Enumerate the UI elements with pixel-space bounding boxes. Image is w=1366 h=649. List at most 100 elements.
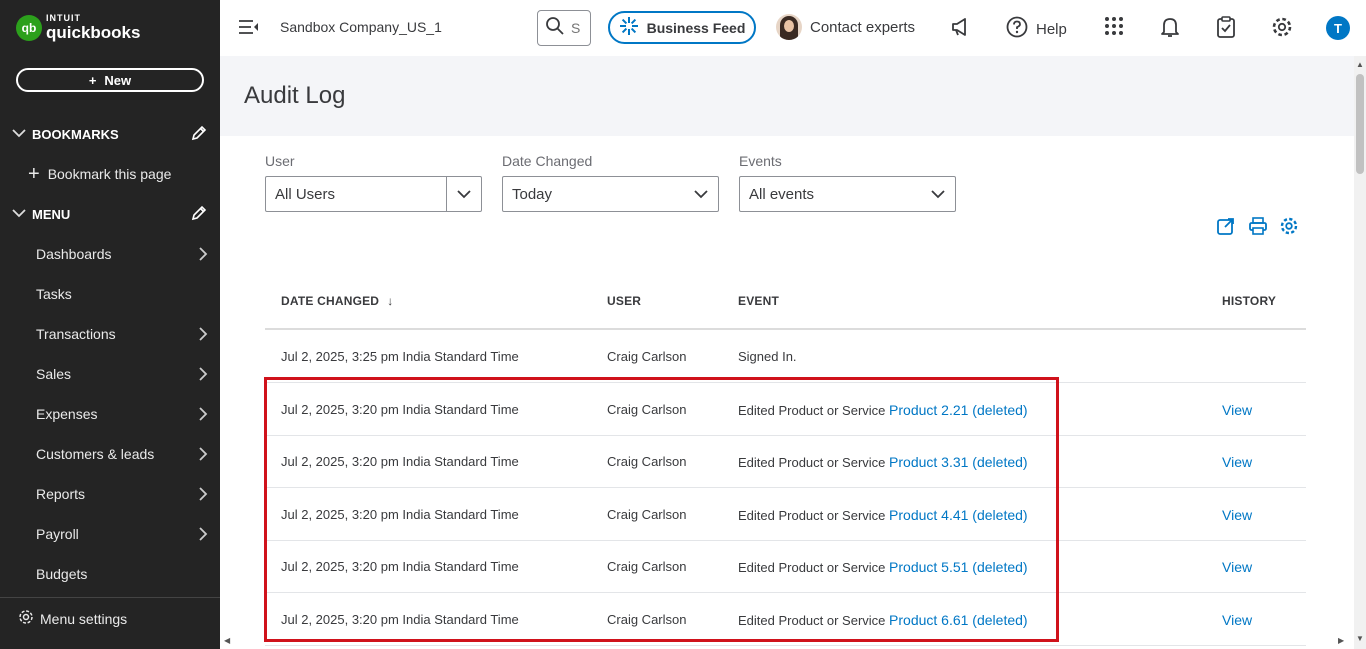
table-row: Jul 2, 2025, 3:20 pm India Standard Time… — [265, 435, 1306, 488]
row-event-link[interactable]: Product 4.41 (deleted) — [889, 507, 1028, 523]
column-header-user[interactable]: USER — [607, 294, 641, 308]
date-changed-filter-select[interactable]: Today — [502, 176, 719, 212]
date-changed-filter-label: Date Changed — [502, 153, 593, 169]
bookmark-this-page[interactable]: + Bookmark this page — [28, 164, 171, 184]
sidebar-item-label: Expenses — [36, 406, 98, 422]
page-header: Audit Log — [220, 56, 1354, 136]
sidebar-item-dashboards[interactable]: Dashboards — [0, 234, 220, 274]
chevron-down-icon — [457, 187, 471, 205]
sidebar-item-customers-leads[interactable]: Customers & leads — [0, 434, 220, 474]
scroll-down-arrow-icon[interactable]: ▼ — [1356, 634, 1364, 643]
chevron-down-icon — [12, 208, 32, 221]
sidebar-item-transactions[interactable]: Transactions — [0, 314, 220, 354]
print-icon[interactable] — [1248, 216, 1268, 241]
row-event-text: Edited Product or Service — [738, 560, 890, 575]
vertical-scrollbar[interactable]: ▲ ▼ — [1354, 56, 1366, 649]
row-event: Signed In. — [738, 349, 797, 364]
sidebar-item-payroll[interactable]: Payroll — [0, 514, 220, 554]
row-user: Craig Carlson — [607, 507, 687, 522]
contact-experts-button[interactable]: Contact experts — [776, 14, 915, 40]
menu-settings-label: Menu settings — [40, 610, 128, 627]
table-row: Jul 2, 2025, 3:25 pm India Standard Time… — [265, 330, 1306, 383]
column-header-event[interactable]: EVENT — [738, 294, 779, 308]
chevron-right-icon — [198, 366, 208, 385]
clipboard-check-icon[interactable] — [1216, 16, 1236, 43]
qb-logo-icon: qb — [16, 14, 42, 41]
sidebar-item-reports[interactable]: Reports — [0, 474, 220, 514]
view-history-link[interactable]: View — [1222, 402, 1252, 418]
row-user: Craig Carlson — [607, 402, 687, 417]
sidebar-item-expenses[interactable]: Expenses — [0, 394, 220, 434]
row-event: Edited Product or Service Product 3.31 (… — [738, 454, 1028, 470]
row-event: Edited Product or Service Product 4.41 (… — [738, 507, 1028, 523]
logo-product-text: quickbooks — [46, 23, 141, 42]
sidebar-item-budgets[interactable]: Budgets — [0, 554, 220, 594]
scroll-up-arrow-icon[interactable]: ▲ — [1356, 60, 1364, 69]
table-row: Jul 2, 2025, 3:20 pm India Standard Time… — [265, 488, 1306, 541]
user-filter-value: All Users — [275, 185, 336, 203]
bookmarks-heading[interactable]: BOOKMARKS — [12, 124, 212, 144]
row-event: Edited Product or Service Product 6.61 (… — [738, 612, 1028, 628]
events-filter-select[interactable]: All events — [739, 176, 956, 212]
sparkle-icon — [619, 16, 639, 39]
logo-intuit-text: INTUIT — [46, 13, 81, 23]
chevron-right-icon — [198, 486, 208, 505]
row-event-link[interactable]: Product 5.51 (deleted) — [889, 559, 1028, 575]
quickbooks-logo[interactable]: qb INTUIT quickbooks — [16, 14, 140, 41]
apps-grid-icon[interactable] — [1104, 16, 1124, 41]
row-event-text: Edited Product or Service — [738, 403, 890, 418]
scrollbar-thumb[interactable] — [1356, 74, 1364, 174]
sidebar-item-tasks[interactable]: Tasks — [0, 274, 220, 314]
sidebar-divider — [0, 597, 220, 598]
menu-heading[interactable]: MENU — [12, 204, 212, 224]
row-event-text: Edited Product or Service — [738, 455, 890, 470]
export-icon[interactable] — [1216, 216, 1236, 241]
megaphone-icon[interactable] — [950, 16, 972, 43]
row-event: Edited Product or Service Product 5.51 (… — [738, 559, 1028, 575]
top-bar: Sandbox Company_US_1 Business Feed Conta… — [220, 0, 1366, 56]
sidebar-item-label: Dashboards — [36, 246, 112, 262]
sidebar-item-sales[interactable]: Sales — [0, 354, 220, 394]
new-button[interactable]: + New — [16, 68, 204, 92]
new-button-label: New — [104, 72, 132, 88]
settings-gear-icon[interactable] — [1271, 16, 1293, 43]
row-event-text: Signed In. — [738, 349, 797, 364]
column-header-date-changed[interactable]: DATE CHANGED ↓ — [281, 294, 393, 308]
row-date: Jul 2, 2025, 3:20 pm India Standard Time — [281, 402, 519, 417]
user-avatar[interactable]: T — [1326, 16, 1350, 40]
gear-icon — [18, 609, 34, 628]
sidebar-item-label: Payroll — [36, 526, 79, 542]
business-feed-button[interactable]: Business Feed — [608, 11, 756, 44]
sidebar-item-label: Reports — [36, 486, 86, 502]
user-filter-select[interactable]: All Users — [265, 176, 482, 212]
row-user: Craig Carlson — [607, 454, 687, 469]
chevron-down-icon — [694, 187, 708, 205]
scroll-right-arrow-icon[interactable]: ▶ — [1338, 636, 1344, 645]
table-settings-gear-icon[interactable] — [1279, 216, 1299, 241]
row-event-link[interactable]: Product 2.21 (deleted) — [889, 402, 1028, 418]
sidebar-item-label: Budgets — [36, 566, 88, 582]
chevron-right-icon — [198, 406, 208, 425]
column-header-date-label: DATE CHANGED — [281, 294, 380, 308]
menu-settings-button[interactable]: Menu settings — [18, 609, 127, 628]
search-input[interactable] — [571, 20, 585, 36]
row-date: Jul 2, 2025, 3:25 pm India Standard Time — [281, 349, 519, 364]
row-event-link[interactable]: Product 6.61 (deleted) — [889, 612, 1028, 628]
view-history-link[interactable]: View — [1222, 612, 1252, 628]
row-event-link[interactable]: Product 3.31 (deleted) — [889, 454, 1028, 470]
view-history-link[interactable]: View — [1222, 559, 1252, 575]
chevron-right-icon — [198, 526, 208, 545]
collapse-menu-icon[interactable] — [238, 18, 260, 41]
scroll-left-arrow-icon[interactable]: ◀ — [224, 636, 230, 645]
chevron-right-icon — [198, 246, 208, 265]
row-user: Craig Carlson — [607, 349, 687, 364]
search-box[interactable] — [537, 10, 591, 46]
select-divider — [446, 177, 447, 211]
date-changed-filter-value: Today — [512, 185, 553, 203]
help-button[interactable]: Help — [1006, 16, 1067, 42]
view-history-link[interactable]: View — [1222, 507, 1252, 523]
bell-icon[interactable] — [1160, 16, 1180, 43]
edit-menu-pencil-icon[interactable] — [190, 204, 208, 225]
view-history-link[interactable]: View — [1222, 454, 1252, 470]
edit-bookmarks-pencil-icon[interactable] — [190, 124, 208, 145]
